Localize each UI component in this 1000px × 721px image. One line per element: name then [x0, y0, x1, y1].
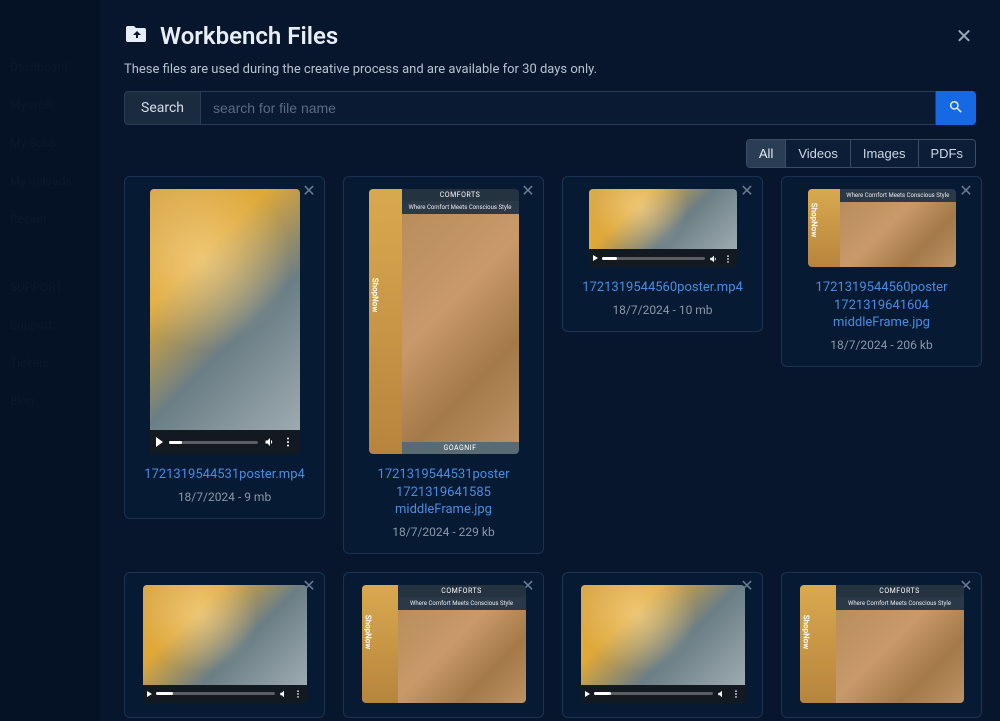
thumbnail-image [150, 189, 300, 430]
play-icon [156, 437, 163, 447]
filter-images[interactable]: Images [851, 140, 919, 167]
file-card[interactable]: ✕ ShopNow Where Comfort Meets Conscious … [781, 176, 982, 367]
filter-pdfs[interactable]: PDFs [919, 140, 976, 167]
thumbnail-image: ShopNow COMFORTS Where Comfort Meets Con… [800, 585, 964, 703]
file-thumbnail: ShopNow COMFORTS Where Comfort Meets Con… [369, 189, 519, 454]
file-meta: 18/7/2024 - 10 mb [612, 303, 712, 317]
file-thumbnail: ShopNow Where Comfort Meets Conscious St… [808, 189, 956, 267]
files-scroll[interactable]: ✕ 1721319544531poster.mp4 18/7/2024 - 9 … [124, 176, 992, 721]
workbench-files-modal: Workbench Files ✕ These files are used d… [100, 0, 1000, 721]
file-thumbnail: ShopNow COMFORTS Where Comfort Meets Con… [362, 585, 526, 703]
thumb-shop-label: ShopNow [364, 615, 373, 649]
thumbnail-image [581, 585, 745, 685]
file-thumbnail: ShopNow COMFORTS Where Comfort Meets Con… [800, 585, 964, 703]
volume-icon [279, 684, 289, 703]
thumb-shop-label: ShopNow [810, 203, 819, 237]
filter-videos[interactable]: Videos [786, 140, 851, 167]
thumb-brand-label: COMFORTS [398, 585, 526, 597]
thumbnail-image: ShopNow COMFORTS Where Comfort Meets Con… [362, 585, 526, 703]
file-card[interactable]: ✕ ShopNow COMFORTS Where Comfort Meets C… [343, 176, 544, 554]
thumbnail-image [143, 585, 307, 685]
video-controls[interactable] [581, 685, 745, 703]
thumb-footer-label: GOAGNIF [402, 442, 519, 454]
file-delete-button[interactable]: ✕ [300, 181, 318, 199]
thumb-shop-label: ShopNow [802, 615, 811, 649]
filter-group: All Videos Images PDFs [746, 139, 976, 168]
file-name: 1721319544531poster 1721319641585 middle… [354, 466, 533, 519]
search-bar: Search [124, 91, 976, 125]
modal-title: Workbench Files [160, 22, 940, 50]
file-name: 1721319544560poster 1721319641604 middle… [792, 279, 971, 332]
modal-header: Workbench Files ✕ [124, 22, 976, 50]
file-thumbnail [143, 585, 307, 703]
search-input[interactable] [201, 91, 936, 125]
file-thumbnail [581, 585, 745, 703]
modal-close-button[interactable]: ✕ [952, 24, 976, 48]
thumb-tagline: Where Comfort Meets Conscious Style [398, 597, 526, 610]
modal-subtitle: These files are used during the creative… [124, 62, 976, 77]
file-thumbnail [150, 189, 300, 454]
thumb-tagline: Where Comfort Meets Conscious Style [836, 597, 964, 610]
video-progress[interactable] [602, 257, 705, 260]
file-card[interactable]: ✕ ShopNow COMFORTS Where Comfort Meets C… [781, 572, 982, 718]
more-icon [282, 433, 294, 452]
file-name: 1721319544531poster.mp4 [144, 466, 305, 484]
video-controls[interactable] [143, 685, 307, 703]
volume-icon [717, 684, 727, 703]
search-label: Search [124, 91, 201, 125]
video-progress[interactable] [156, 692, 275, 695]
play-icon [585, 691, 590, 697]
thumbnail-image: ShopNow COMFORTS Where Comfort Meets Con… [369, 189, 519, 454]
play-icon [147, 691, 152, 697]
video-progress[interactable] [594, 692, 713, 695]
thumb-brand-label: COMFORTS [402, 189, 519, 201]
thumbnail-image: ShopNow Where Comfort Meets Conscious St… [808, 189, 956, 267]
file-card[interactable]: ✕ 1721319544560poster.mp4 18/7/2024 - 10… [562, 176, 763, 332]
more-icon [731, 684, 741, 703]
video-progress[interactable] [169, 441, 258, 444]
more-icon [293, 684, 303, 703]
file-meta: 18/7/2024 - 206 kb [830, 338, 932, 352]
video-controls[interactable] [589, 249, 737, 267]
thumb-shop-label: ShopNow [371, 278, 380, 312]
volume-icon [264, 433, 276, 452]
file-thumbnail [589, 189, 737, 267]
file-card[interactable]: ✕ ShopNow COMFORTS Where Comfort Meets C… [343, 572, 544, 718]
file-delete-button[interactable]: ✕ [519, 181, 537, 199]
more-icon [723, 249, 733, 268]
file-card[interactable]: ✕ [124, 572, 325, 718]
filter-all[interactable]: All [747, 140, 786, 167]
volume-icon [709, 249, 719, 268]
file-name: 1721319544560poster.mp4 [582, 279, 743, 297]
file-delete-button[interactable]: ✕ [738, 181, 756, 199]
video-controls[interactable] [150, 430, 300, 454]
thumb-brand-label: COMFORTS [836, 585, 964, 597]
file-delete-button[interactable]: ✕ [957, 181, 975, 199]
thumb-tagline: Where Comfort Meets Conscious Style [840, 189, 955, 202]
file-card[interactable]: ✕ 1721319544531poster.mp4 18/7/2024 - 9 … [124, 176, 325, 519]
files-grid: ✕ 1721319544531poster.mp4 18/7/2024 - 9 … [124, 176, 982, 718]
file-meta: 18/7/2024 - 229 kb [392, 525, 494, 539]
thumbnail-image [589, 189, 737, 249]
thumb-tagline: Where Comfort Meets Conscious Style [402, 201, 519, 214]
search-button[interactable] [936, 91, 976, 125]
play-icon [593, 255, 598, 261]
file-meta: 18/7/2024 - 9 mb [178, 490, 271, 504]
search-icon [948, 99, 964, 118]
folder-share-icon [124, 22, 148, 50]
file-card[interactable]: ✕ [562, 572, 763, 718]
filter-row: All Videos Images PDFs [124, 139, 976, 168]
